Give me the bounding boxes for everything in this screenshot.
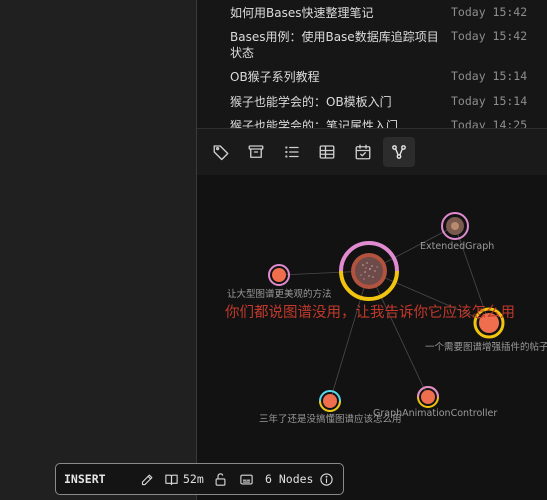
recent-notes-list: 如何用Bases快速整理笔记 Today 15:42 Bases用例：使用Bas… — [197, 0, 547, 128]
table-icon[interactable] — [312, 137, 342, 167]
calendar-check-icon[interactable] — [348, 137, 378, 167]
graph-link — [368, 270, 429, 398]
view-toolbar — [197, 128, 547, 176]
list-icon[interactable] — [277, 137, 307, 167]
node-count-value: 6 Nodes — [265, 472, 314, 486]
reading-time[interactable]: 52m — [164, 470, 204, 488]
graph-canvas[interactable] — [197, 175, 547, 500]
graph-node-center — [339, 241, 399, 301]
graph-view[interactable]: ExtendedGraph 让大型图谱更美观的方法 一个需要图谱增强插件的帖子 … — [197, 175, 547, 500]
note-time: Today 15:42 — [451, 5, 528, 19]
node-count: 6 Nodes — [261, 470, 313, 488]
graph-node-extended — [441, 212, 469, 240]
graph-node-label: 让大型图谱更美观的方法 — [227, 289, 332, 300]
archive-icon[interactable] — [241, 137, 271, 167]
note-title: 猴子也能学会的：OB模板入门 — [230, 95, 392, 109]
book-icon — [165, 474, 178, 485]
graph-node-label: 一个需要图谱增强插件的帖子 — [425, 342, 547, 353]
info-icon[interactable] — [319, 470, 334, 488]
graph-node-animation — [417, 386, 439, 408]
graph-headline: 你们都说图谱没用，让我告诉你它应该怎么用 — [225, 305, 515, 321]
vim-mode-indicator: INSERT — [64, 472, 106, 486]
graph-icon[interactable] — [383, 137, 415, 167]
edit-icon[interactable] — [140, 470, 155, 488]
graph-node-bigger — [268, 264, 290, 286]
graph-node-label: ExtendedGraph — [420, 241, 495, 252]
note-time: Today 15:14 — [451, 94, 528, 108]
note-time: Today 15:14 — [451, 69, 528, 83]
left-pane — [0, 0, 196, 500]
note-title: OB猴子系列教程 — [230, 70, 320, 84]
lock-icon[interactable] — [213, 470, 228, 488]
note-title: 猴子也能学会的：笔记属性入门 — [230, 119, 399, 128]
status-bar: INSERT 52m 6 Nodes — [55, 463, 344, 495]
graph-node-three-years — [319, 390, 341, 412]
note-time: Today 14:25 — [451, 118, 528, 128]
note-title: Bases用例：使用Base数据库追踪项目状态 — [230, 30, 439, 60]
tag-icon[interactable] — [206, 137, 236, 167]
graph-node-label: 三年了还是没搞懂图谱应该怎么用 — [259, 414, 402, 425]
note-time: Today 15:42 — [451, 29, 528, 43]
right-pane: 如何用Bases快速整理笔记 Today 15:42 Bases用例：使用Bas… — [197, 0, 547, 500]
reading-time-value: 52m — [183, 472, 204, 486]
caption-icon[interactable] — [239, 470, 254, 488]
note-title: 如何用Bases快速整理笔记 — [230, 6, 374, 20]
